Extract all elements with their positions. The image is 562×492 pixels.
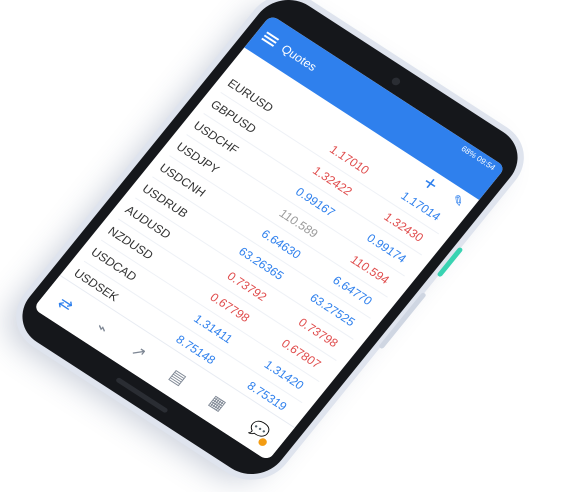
add-symbol-icon[interactable]: +: [417, 170, 444, 197]
quotes-icon[interactable]: ⇄: [53, 293, 77, 316]
edit-icon[interactable]: ✎: [448, 191, 468, 211]
chart-icon[interactable]: ⌁: [92, 318, 113, 339]
app-screen: 68% 09:54 Quotes + ✎ EURUSD 1.17010 1.1701…: [32, 14, 506, 461]
power-button: [436, 246, 464, 278]
news-icon[interactable]: ▦: [205, 391, 230, 415]
phone-frame: 68% 09:54 Quotes + ✎ EURUSD 1.17010 1.1701…: [8, 0, 532, 487]
history-icon[interactable]: ▤: [165, 365, 190, 389]
battery-percent: 68%: [459, 144, 479, 161]
chat-badge-dot: [256, 436, 269, 448]
trade-icon[interactable]: ↗: [127, 341, 151, 364]
chat-icon[interactable]: 💬: [245, 417, 274, 448]
status-bar: 68% 09:54: [459, 144, 497, 172]
page-title: Quotes: [278, 41, 320, 74]
menu-icon[interactable]: [261, 31, 280, 47]
clock: 09:54: [474, 154, 498, 173]
front-camera: [390, 76, 402, 87]
